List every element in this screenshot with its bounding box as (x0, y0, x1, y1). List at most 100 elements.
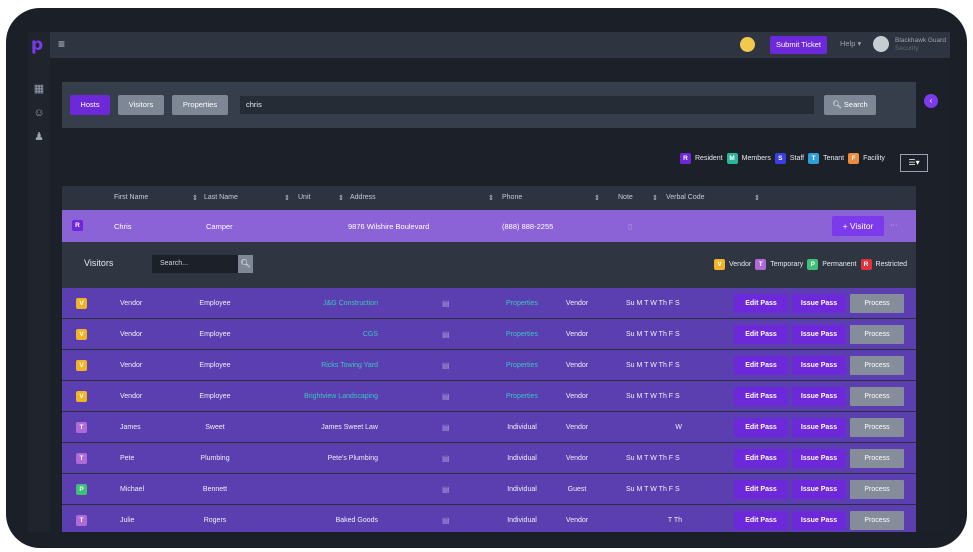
issue-pass-button[interactable]: Issue Pass (792, 418, 846, 437)
table-row[interactable]: T Pete Plumbing Pete's Plumbing ▤ Individual V… (62, 443, 916, 474)
process-button[interactable]: Process (850, 356, 904, 375)
edit-pass-button[interactable]: Edit Pass (734, 387, 788, 406)
collapse-icon[interactable]: ‹ (924, 94, 938, 108)
sort-icon[interactable]: ⇕ (652, 194, 658, 202)
table-row[interactable]: P Michael Bennett ▤ Individual Guest Su M T W … (62, 474, 916, 505)
col-verbal-code[interactable]: Verbal Code (666, 194, 705, 201)
table-row[interactable]: V Vendor Employee Brightview Landscaping ▤ Pr… (62, 381, 916, 412)
process-button[interactable]: Process (850, 325, 904, 344)
visitor-first-name: Vendor (120, 393, 143, 400)
sort-icon[interactable]: ⇕ (284, 194, 290, 202)
col-last-name[interactable]: Last Name (204, 194, 238, 201)
users-icon[interactable]: ♟ (32, 130, 46, 144)
visitor-type: Guest (567, 486, 587, 493)
visitor-source[interactable]: Properties (492, 331, 552, 338)
visitor-company[interactable]: Ricks Towing Yard (250, 362, 378, 369)
user-info[interactable]: Blackhawk Guard Security (895, 37, 946, 53)
document-icon[interactable]: ▤ (442, 392, 450, 401)
add-visitor-button[interactable]: + Visitor (832, 216, 884, 236)
visitor-last-name: Rogers (203, 517, 227, 524)
edit-pass-button[interactable]: Edit Pass (734, 294, 788, 313)
document-icon[interactable]: ▤ (442, 423, 450, 432)
issue-pass-button[interactable]: Issue Pass (792, 356, 846, 375)
issue-pass-button[interactable]: Issue Pass (792, 511, 846, 530)
edit-pass-button[interactable]: Edit Pass (734, 511, 788, 530)
visitor-first-name: Vendor (120, 362, 143, 369)
table-row[interactable]: T Julie Rogers Baked Goods ▤ Individual Vendor… (62, 505, 916, 532)
document-icon[interactable]: ▤ (442, 454, 450, 463)
col-phone[interactable]: Phone (502, 194, 522, 201)
visitor-search-button[interactable]: 🔍︎ (238, 255, 253, 273)
edit-pass-button[interactable]: Edit Pass (734, 325, 788, 344)
process-button[interactable]: Process (850, 449, 904, 468)
col-unit[interactable]: Unit (298, 194, 310, 201)
host-address: 9876 Wilshire Boulevard (348, 222, 430, 231)
tab-properties[interactable]: Properties (172, 95, 228, 115)
note-icon[interactable]: ▯ (628, 222, 632, 231)
submit-ticket-button[interactable]: Submit Ticket (770, 36, 828, 54)
visitor-type: Vendor (565, 331, 589, 338)
visitor-days: Su M T W Th F S (626, 486, 680, 493)
sort-icon[interactable]: ⇕ (754, 194, 760, 202)
edit-pass-button[interactable]: Edit Pass (734, 418, 788, 437)
process-button[interactable]: Process (850, 294, 904, 313)
tab-visitors[interactable]: Visitors (118, 95, 164, 115)
view-options-button[interactable]: ☰▾ (900, 154, 928, 172)
dashboard-icon[interactable]: ▦ (32, 82, 46, 96)
tab-hosts[interactable]: Hosts (70, 95, 110, 115)
visitor-first-name: Pete (120, 455, 135, 462)
edit-pass-button[interactable]: Edit Pass (734, 449, 788, 468)
sort-icon[interactable]: ⇕ (192, 194, 198, 202)
document-icon[interactable]: ▤ (442, 516, 450, 525)
search-button[interactable]: 🔍︎ Search (824, 95, 876, 115)
visitor-company[interactable]: Brightview Landscaping (250, 393, 378, 400)
host-row[interactable]: R Chris Camper 9876 Wilshire Boulevard (… (62, 210, 916, 242)
issue-pass-button[interactable]: Issue Pass (792, 449, 846, 468)
edit-pass-button[interactable]: Edit Pass (734, 480, 788, 499)
visitor-company: Baked Goods (335, 517, 378, 524)
theme-toggle-icon[interactable] (740, 37, 755, 52)
process-button[interactable]: Process (850, 387, 904, 406)
col-address[interactable]: Address (350, 194, 376, 201)
legend-label: Members (741, 154, 771, 162)
dog-icon[interactable]: ☺ (32, 106, 46, 120)
avatar[interactable] (873, 36, 889, 52)
facility-tag: F (848, 152, 860, 164)
issue-pass-button[interactable]: Issue Pass (792, 387, 846, 406)
table-row[interactable]: V Vendor Employee Ricks Towing Yard ▤ Propert… (62, 350, 916, 381)
host-first-name: Chris (114, 222, 132, 231)
col-note[interactable]: Note (618, 194, 633, 201)
document-icon[interactable]: ▤ (442, 299, 450, 308)
table-row[interactable]: V Vendor Employee CGS ▤ Properties Vendor Su M … (62, 319, 916, 350)
menu-icon[interactable]: ≡ (58, 37, 65, 51)
edit-pass-button[interactable]: Edit Pass (734, 356, 788, 375)
help-menu[interactable]: Help ▾ (840, 39, 861, 48)
table-row[interactable]: T James Sweet James Sweet Law ▤ Individual Ven… (62, 412, 916, 443)
issue-pass-button[interactable]: Issue Pass (792, 325, 846, 344)
resident-tag: R (680, 152, 691, 164)
table-row[interactable]: V Vendor Employee J&G Construction ▤ Properti… (62, 288, 916, 319)
process-button[interactable]: Process (850, 480, 904, 499)
issue-pass-button[interactable]: Issue Pass (792, 294, 846, 313)
process-button[interactable]: Process (850, 511, 904, 530)
visitor-days: T Th (667, 517, 682, 524)
main-content: Hosts Visitors Properties chris 🔍︎ Searc… (50, 58, 950, 532)
sort-icon[interactable]: ⇕ (594, 194, 600, 202)
visitor-source[interactable]: Properties (492, 393, 552, 400)
sort-icon[interactable]: ⇕ (488, 194, 494, 202)
visitor-last-name: Employee (199, 300, 231, 307)
visitor-source[interactable]: Properties (492, 300, 552, 307)
visitor-search-input[interactable]: Search... (152, 255, 238, 273)
search-input[interactable]: chris (240, 96, 814, 114)
document-icon[interactable]: ▤ (442, 330, 450, 339)
document-icon[interactable]: ▤ (442, 485, 450, 494)
visitor-company[interactable]: J&G Construction (250, 300, 378, 307)
issue-pass-button[interactable]: Issue Pass (792, 480, 846, 499)
visitor-company[interactable]: CGS (250, 331, 378, 338)
more-options-icon[interactable]: ··· (890, 220, 898, 229)
process-button[interactable]: Process (850, 418, 904, 437)
sort-icon[interactable]: ⇕ (338, 194, 344, 202)
col-first-name[interactable]: First Name (114, 194, 148, 201)
visitor-source[interactable]: Properties (492, 362, 552, 369)
document-icon[interactable]: ▤ (442, 361, 450, 370)
